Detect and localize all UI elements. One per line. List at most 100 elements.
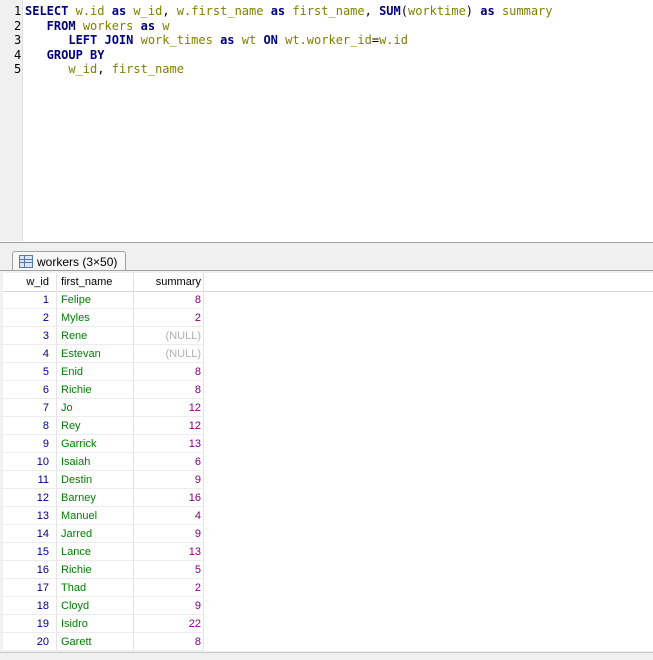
cell-first-name[interactable]: Barney [57, 489, 134, 507]
table-row[interactable]: 6 Richie 8 [3, 381, 653, 399]
cell-w-id[interactable]: 16 [3, 561, 57, 579]
cell-first-name[interactable]: Garrick [57, 435, 134, 453]
table-row[interactable]: 1 Felipe 8 [3, 291, 653, 309]
cell-summary[interactable]: 2 [134, 309, 204, 327]
line-number: 1 [14, 4, 22, 18]
column-header-first-name[interactable]: first_name [57, 273, 134, 291]
cell-first-name[interactable]: Jarred [57, 525, 134, 543]
table-row[interactable]: 5 Enid 8 [3, 363, 653, 381]
cell-summary[interactable]: 6 [134, 453, 204, 471]
cell-w-id[interactable]: 14 [3, 525, 57, 543]
cell-w-id[interactable]: 2 [3, 309, 57, 327]
sql-identifier: w.first_name [176, 4, 264, 18]
cell-summary[interactable]: 13 [134, 435, 204, 453]
table-row[interactable]: 20 Garett 8 [3, 633, 653, 651]
cell-first-name[interactable]: Enid [57, 363, 134, 381]
result-grid[interactable]: w_id first_name summary 1 Felipe 8 2 Myles 2 3… [3, 273, 653, 651]
cell-summary[interactable]: 2 [134, 579, 204, 597]
cell-w-id[interactable]: 13 [3, 507, 57, 525]
cell-first-name[interactable]: Isaiah [57, 453, 134, 471]
table-row[interactable]: 8 Rey 12 [3, 417, 653, 435]
cell-w-id[interactable]: 3 [3, 327, 57, 345]
column-header-w-id[interactable]: w_id [3, 273, 57, 291]
table-row[interactable]: 7 Jo 12 [3, 399, 653, 417]
cell-first-name[interactable]: Garett [57, 633, 134, 651]
sql-identifier: worktime [408, 4, 466, 18]
cell-first-name[interactable]: Isidro [57, 615, 134, 633]
table-row[interactable]: 4 Estevan (NULL) [3, 345, 653, 363]
code-line: FROM workers as w [25, 19, 170, 33]
table-row[interactable]: 9 Garrick 13 [3, 435, 653, 453]
cell-first-name[interactable]: Felipe [57, 291, 134, 309]
table-row[interactable]: 2 Myles 2 [3, 309, 653, 327]
cell-summary[interactable]: 4 [134, 507, 204, 525]
cell-summary[interactable]: 9 [134, 525, 204, 543]
sql-text: = [371, 33, 380, 47]
cell-w-id[interactable]: 7 [3, 399, 57, 417]
sql-text: ( [400, 4, 408, 18]
cell-summary[interactable]: 9 [134, 597, 204, 615]
cell-summary[interactable]: 8 [134, 291, 204, 309]
cell-summary[interactable]: (NULL) [134, 345, 204, 363]
cell-summary[interactable]: 22 [134, 615, 204, 633]
table-row[interactable]: 13 Manuel 4 [3, 507, 653, 525]
cell-first-name[interactable]: Rene [57, 327, 134, 345]
column-header-summary[interactable]: summary [134, 273, 204, 291]
cell-summary[interactable]: (NULL) [134, 327, 204, 345]
table-row[interactable]: 19 Isidro 22 [3, 615, 653, 633]
tab-divider [0, 270, 653, 271]
cell-summary[interactable]: 9 [134, 471, 204, 489]
table-row[interactable]: 14 Jarred 9 [3, 525, 653, 543]
cell-w-id[interactable]: 11 [3, 471, 57, 489]
table-row[interactable]: 12 Barney 16 [3, 489, 653, 507]
cell-summary[interactable]: 8 [134, 363, 204, 381]
cell-first-name[interactable]: Destin [57, 471, 134, 489]
table-row[interactable]: 18 Cloyd 9 [3, 597, 653, 615]
tab-workers-result[interactable]: workers (3×50) [12, 251, 127, 271]
cell-w-id[interactable]: 5 [3, 363, 57, 381]
cell-first-name[interactable]: Lance [57, 543, 134, 561]
cell-first-name[interactable]: Cloyd [57, 597, 134, 615]
cell-w-id[interactable]: 4 [3, 345, 57, 363]
cell-w-id[interactable]: 6 [3, 381, 57, 399]
table-row[interactable]: 3 Rene (NULL) [3, 327, 653, 345]
cell-w-id[interactable]: 9 [3, 435, 57, 453]
cell-first-name[interactable]: Thad [57, 579, 134, 597]
cell-w-id[interactable]: 19 [3, 615, 57, 633]
line-number: 2 [14, 18, 22, 33]
cell-first-name[interactable]: Manuel [57, 507, 134, 525]
cell-w-id[interactable]: 20 [3, 633, 57, 651]
table-row[interactable]: 11 Destin 9 [3, 471, 653, 489]
line-number: 3 [14, 33, 22, 47]
cell-summary[interactable]: 16 [134, 489, 204, 507]
table-row[interactable]: 16 Richie 5 [3, 561, 653, 579]
cell-summary[interactable]: 13 [134, 543, 204, 561]
cell-summary[interactable]: 5 [134, 561, 204, 579]
cell-first-name[interactable]: Richie [57, 381, 134, 399]
cell-first-name[interactable]: Jo [57, 399, 134, 417]
cell-summary[interactable]: 12 [134, 399, 204, 417]
sql-identifier: first_name [292, 4, 365, 18]
cell-w-id[interactable]: 18 [3, 597, 57, 615]
table-row[interactable]: 15 Lance 13 [3, 543, 653, 561]
sql-identifier: w_id [68, 62, 98, 76]
cell-w-id[interactable]: 10 [3, 453, 57, 471]
cell-w-id[interactable]: 15 [3, 543, 57, 561]
cell-summary[interactable]: 12 [134, 417, 204, 435]
cell-first-name[interactable]: Myles [57, 309, 134, 327]
cell-w-id[interactable]: 12 [3, 489, 57, 507]
table-row[interactable]: 17 Thad 2 [3, 579, 653, 597]
cell-w-id[interactable]: 1 [3, 291, 57, 309]
cell-first-name[interactable]: Rey [57, 417, 134, 435]
cell-first-name[interactable]: Estevan [57, 345, 134, 363]
cell-summary[interactable]: 8 [134, 381, 204, 399]
cell-summary[interactable]: 8 [134, 633, 204, 651]
cell-w-id[interactable]: 17 [3, 579, 57, 597]
sql-editor[interactable]: SELECT w.id as w_id, w.first_name as fir… [0, 0, 653, 243]
cell-w-id[interactable]: 8 [3, 417, 57, 435]
cell-first-name[interactable]: Richie [57, 561, 134, 579]
table-row[interactable]: 10 Isaiah 6 [3, 453, 653, 471]
line-number: 5 [14, 62, 22, 76]
